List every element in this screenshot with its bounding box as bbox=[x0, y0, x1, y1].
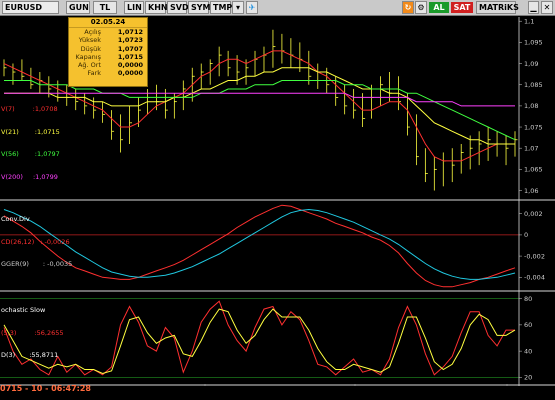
y-tick-label: 1,075 bbox=[524, 123, 543, 131]
macd-legend: Conv.Div CD(26,12) : -0,0026 GGER(9) : -0,… bbox=[1, 201, 72, 276]
dropdown-arrow-icon[interactable]: ▾ bbox=[232, 1, 244, 14]
y-tick-label: 40 bbox=[524, 347, 532, 355]
legend-v56: V(56) :1,0797 bbox=[1, 150, 60, 159]
y-tick-label: 1,065 bbox=[524, 166, 543, 174]
y-tick-label: 0,002 bbox=[524, 210, 543, 218]
macd-legend-line-1: CD(26,12) : -0,0026 bbox=[1, 237, 72, 247]
info-label-open: Açılış bbox=[84, 28, 101, 36]
macd-legend-title: Conv.Div bbox=[1, 215, 30, 223]
signal-line-value: : -0,0035 bbox=[42, 260, 73, 268]
legend-v200-value: :1,0799 bbox=[32, 172, 58, 181]
ohlc-info-box: 02.05.24 Açılış 1,0712 Yüksek 1,0723 Düşük… bbox=[68, 17, 148, 87]
legend-v7-name: V(7) bbox=[1, 105, 15, 113]
info-value-open: 1,0712 bbox=[117, 28, 143, 36]
stoch-d-value: :55,8711 bbox=[29, 351, 59, 359]
y-tick-label: 1,085 bbox=[524, 81, 543, 89]
stoch-k-name: (5,3) bbox=[1, 328, 17, 337]
series-line-cd-26-12 bbox=[3, 204, 516, 288]
info-label-diff: Fark bbox=[87, 69, 101, 78]
y-tick-label: 1,09 bbox=[524, 60, 538, 68]
stoch-d-name: D(3) bbox=[1, 351, 16, 359]
info-value-high: 1,0723 bbox=[117, 36, 143, 45]
al-button[interactable]: AL bbox=[429, 2, 449, 13]
y-tick-label: -0,004 bbox=[524, 274, 545, 282]
series-line-5-3 bbox=[3, 300, 515, 376]
legend-v56-name: V(56) bbox=[1, 150, 19, 158]
symbol-label: EURUSD bbox=[5, 3, 43, 12]
stoch-legend-line-1: (5,3) :56,2655 bbox=[1, 328, 64, 338]
y-tick-label: 1,07 bbox=[524, 145, 538, 153]
sym-button[interactable]: SYM bbox=[188, 1, 211, 14]
bird-icon[interactable]: ✈ bbox=[246, 1, 258, 14]
legend-v21-name: V(21) bbox=[1, 127, 19, 136]
y-tick-label: 60 bbox=[524, 321, 532, 329]
y-tick-label: 20 bbox=[524, 374, 532, 382]
y-tick-label: 1,095 bbox=[524, 39, 543, 47]
legend-v21-value: :1,0715 bbox=[34, 127, 60, 136]
stoch-legend-line-2: D(3) :55,8711 bbox=[1, 351, 64, 360]
lin-button[interactable]: LIN bbox=[124, 1, 144, 14]
info-label-close: Kapanış bbox=[75, 52, 101, 61]
legend-v7-value: :1,0708 bbox=[32, 105, 58, 113]
info-label-wavg: Ağ. Ort bbox=[77, 61, 101, 70]
info-value-diff: 0,0000 bbox=[117, 69, 143, 78]
stochastic-panel: 80 60 40 20 bbox=[0, 295, 532, 382]
macd-panel: 0,002 0 -0,002 -0,004 bbox=[0, 204, 545, 288]
macd-legend-line-2: GGER(9) : -0,0035 bbox=[1, 260, 73, 269]
refresh-icon[interactable]: ↻ bbox=[402, 1, 414, 14]
gun-button[interactable]: GUN bbox=[66, 1, 90, 14]
signal-line-name: GGER(9) bbox=[1, 260, 29, 268]
legend-v200-name: V(200) bbox=[1, 172, 23, 181]
toolbar: EURUSD GUN TL LIN KHN SVD SYM TMP ▾ ✈ ↻ … bbox=[0, 0, 555, 16]
tl-button[interactable]: TL bbox=[93, 1, 117, 14]
khn-button[interactable]: KHN bbox=[145, 1, 168, 14]
price-legend: V(7) :1,0708 V(21) :1,0715 V(56) :1,0797 V(… bbox=[1, 91, 60, 189]
macd-line-value: : -0,0026 bbox=[40, 237, 70, 246]
info-value-wavg: 0,0000 bbox=[117, 61, 143, 70]
info-value-close: 1,0715 bbox=[117, 52, 143, 61]
close-button[interactable]: ✕ bbox=[541, 1, 553, 14]
stoch-k-value: :56,2655 bbox=[34, 328, 64, 337]
matriks-button[interactable]: MATRiKS bbox=[476, 1, 519, 14]
y-tick-label: 1,08 bbox=[524, 102, 538, 110]
info-value-low: 1,0707 bbox=[117, 44, 143, 53]
y-tick-label: 80 bbox=[524, 295, 532, 303]
minimize-button[interactable]: ▁ bbox=[528, 1, 539, 14]
svd-button[interactable]: SVD bbox=[167, 1, 189, 14]
stoch-legend-title: ochastic Slow bbox=[1, 306, 46, 314]
y-tick-label: 1,06 bbox=[524, 187, 538, 195]
tmp-button[interactable]: TMP bbox=[210, 1, 232, 14]
series-line-v-56 bbox=[4, 80, 516, 141]
macd-line-name: CD(26,12) bbox=[1, 237, 35, 246]
series-line-gger-9 bbox=[3, 208, 516, 280]
info-date: 02.05.24 bbox=[69, 18, 147, 28]
stochastic-legend: ochastic Slow (5,3) :56,2655 D(3) :55,8711 bbox=[1, 292, 64, 367]
legend-v200: V(200) :1,0799 bbox=[1, 172, 60, 182]
legend-v7: V(7) :1,0708 bbox=[1, 105, 60, 114]
info-label-low: Düşük bbox=[80, 44, 101, 53]
info-label-high: Yüksek bbox=[78, 36, 101, 45]
sat-button[interactable]: SAT bbox=[451, 2, 473, 13]
status-datetime: 0715 - 10 - 06:47:28 bbox=[0, 384, 91, 393]
y-tick-label: 1,1 bbox=[524, 18, 534, 26]
settings-icon[interactable]: ⚙ bbox=[415, 1, 427, 14]
y-tick-label: -0,002 bbox=[524, 252, 545, 260]
legend-v56-value: :1,0797 bbox=[34, 150, 60, 158]
y-tick-label: 0 bbox=[524, 231, 528, 239]
symbol-selector[interactable]: EURUSD bbox=[2, 1, 59, 14]
legend-v21: V(21) :1,0715 bbox=[1, 127, 60, 137]
